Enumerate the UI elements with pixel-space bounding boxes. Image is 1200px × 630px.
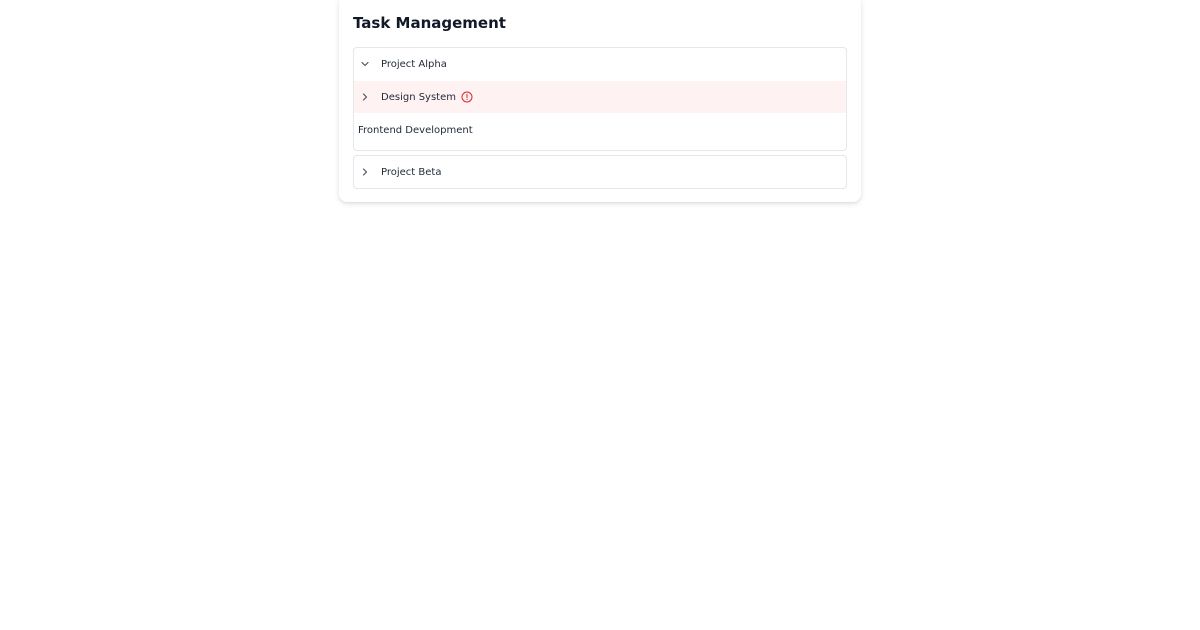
tree-item-project-alpha[interactable]: Project Alpha: [354, 48, 846, 80]
tree-item-design-system[interactable]: Design System: [354, 81, 846, 113]
chevron-right-icon: [360, 167, 370, 177]
tree-item-label: Project Beta: [381, 166, 442, 178]
task-management-panel: Task Management Project Alpha Design Sys…: [339, 0, 861, 202]
project-group-alpha: Project Alpha Design System Frontend Dev…: [353, 47, 847, 151]
alert-circle-icon: [461, 91, 473, 103]
panel-title: Task Management: [353, 14, 506, 32]
chevron-right-icon: [360, 92, 370, 102]
tree-item-label: Frontend Development: [358, 124, 473, 136]
tree-item-label: Design System: [381, 91, 456, 103]
project-group-beta: Project Beta: [353, 155, 847, 189]
tree-item-label: Project Alpha: [381, 58, 447, 70]
chevron-down-icon: [360, 59, 370, 69]
tree-item-project-beta[interactable]: Project Beta: [354, 156, 846, 188]
tree-item-frontend-development[interactable]: Frontend Development: [354, 114, 846, 146]
